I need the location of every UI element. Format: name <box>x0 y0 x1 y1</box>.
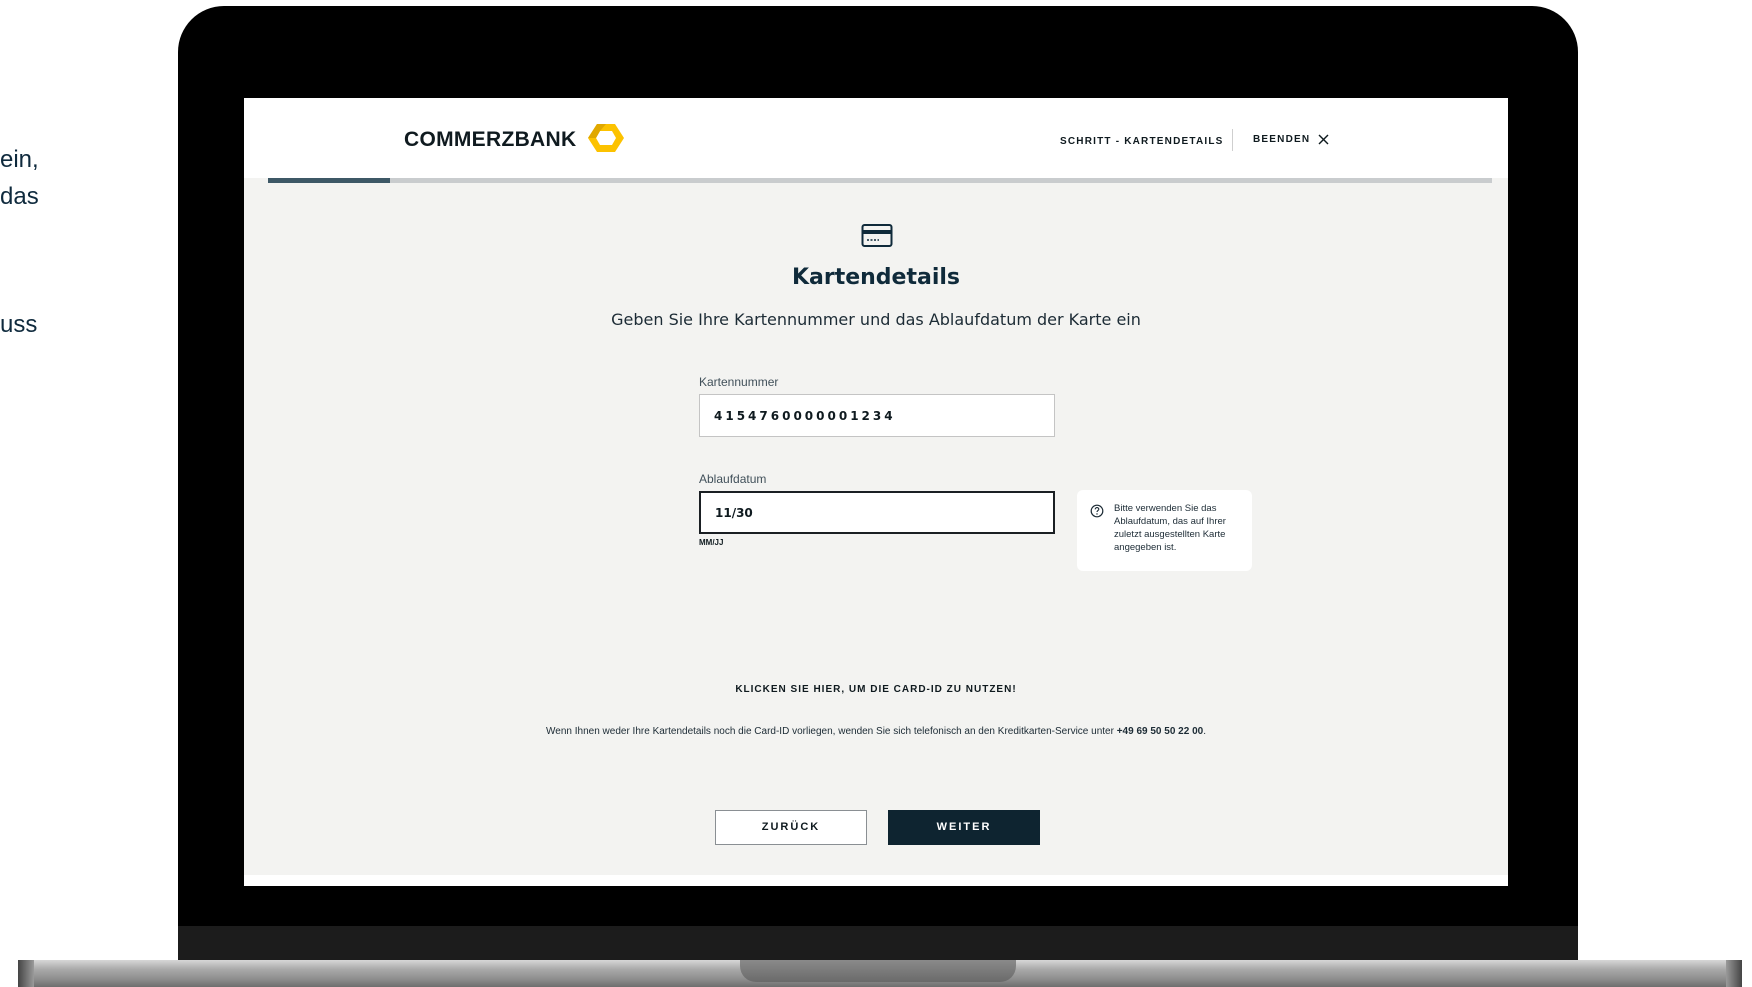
info-box: Bitte verwenden Sie das Ablaufdatum, das… <box>1077 490 1252 571</box>
laptop-notch <box>740 960 1016 982</box>
progress-bar <box>268 178 1492 183</box>
back-button[interactable]: ZURÜCK <box>715 810 867 845</box>
expiry-date-label: Ablaufdatum <box>699 472 767 486</box>
card-id-link[interactable]: KLICKEN SIE HIER, UM DIE CARD-ID ZU NUTZ… <box>244 684 1508 695</box>
help-phone-number: +49 69 50 50 22 00 <box>1116 726 1204 737</box>
stage: ein, das uss COMMERZBANK SCHRITT - KARTE… <box>0 0 1752 987</box>
expiry-date-input[interactable] <box>699 491 1055 534</box>
page-header: COMMERZBANK SCHRITT - KARTENDETAILS BEEN… <box>244 98 1508 178</box>
help-text: Wenn Ihnen weder Ihre Kartendetails noch… <box>244 726 1508 737</box>
screen-bottom-strip <box>244 875 1508 886</box>
page-subtitle: Geben Sie Ihre Kartennummer und das Abla… <box>611 310 1141 329</box>
laptop-screen: COMMERZBANK SCHRITT - KARTENDETAILS BEEN… <box>244 98 1508 886</box>
credit-card-icon <box>861 224 893 247</box>
commerzbank-ribbon-icon <box>588 124 624 152</box>
side-text-line-3: uss <box>0 311 38 338</box>
expiry-format-hint: MM/JJ <box>699 538 724 547</box>
info-text: Bitte verwenden Sie das Ablaufdatum, das… <box>1114 503 1226 553</box>
side-text-line-1: ein, <box>0 146 39 173</box>
card-number-input[interactable] <box>699 394 1055 437</box>
question-circle-icon <box>1090 504 1104 518</box>
card-number-label: Kartennummer <box>699 375 779 389</box>
help-text-suffix: . <box>1203 726 1206 737</box>
exit-button-label: BEENDEN <box>1253 134 1311 145</box>
progress-bar-fill <box>268 178 391 183</box>
page-title: Kartendetails <box>791 265 961 290</box>
exit-button[interactable]: BEENDEN <box>1253 134 1329 145</box>
help-text-body: Wenn Ihnen weder Ihre Kartendetails noch… <box>546 726 1117 737</box>
step-label: SCHRITT - KARTENDETAILS <box>1060 136 1224 147</box>
close-icon <box>1318 134 1329 145</box>
next-button[interactable]: WEITER <box>888 810 1040 845</box>
logo-text: COMMERZBANK <box>404 128 577 151</box>
side-text-line-2: das <box>0 183 39 210</box>
header-divider <box>1232 129 1233 151</box>
